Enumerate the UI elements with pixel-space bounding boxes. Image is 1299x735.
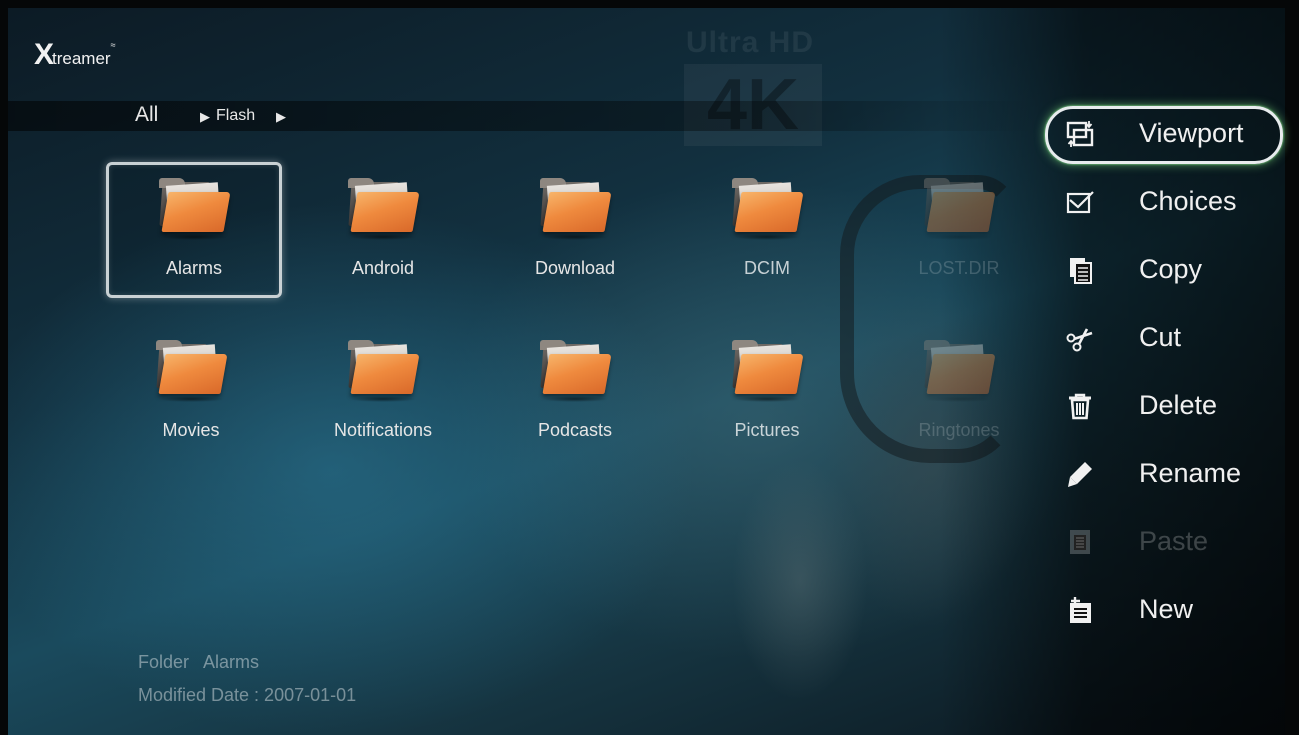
scissors-icon: [1065, 323, 1095, 353]
copy-icon: [1065, 255, 1095, 285]
folder-tile[interactable]: Download: [490, 162, 660, 292]
trash-icon: [1065, 391, 1095, 421]
folder-icon: [540, 178, 612, 240]
folder-icon: [348, 340, 420, 402]
screen-border-left: [0, 0, 8, 735]
folder-icon: [540, 340, 612, 402]
paste-icon: [1065, 527, 1095, 557]
wireless-icon: ≈: [110, 40, 116, 50]
pencil-icon: [1065, 459, 1095, 489]
menu-item-label: Paste: [1139, 526, 1209, 556]
folder-tile[interactable]: Podcasts: [490, 324, 660, 454]
breadcrumb-root[interactable]: All: [135, 103, 158, 127]
menu-item-label: New: [1139, 594, 1194, 624]
folder-tile[interactable]: DCIM: [682, 162, 852, 292]
xtreamer-logo: Xtreamer≈: [34, 38, 116, 72]
menu-item-label: Copy: [1139, 254, 1203, 284]
folder-tile[interactable]: LOST.DIR: [874, 162, 1044, 292]
menu-item-new[interactable]: New: [1045, 582, 1281, 636]
file-browser-screen: Ultra HD 4K Xtreamer≈ All ▶ Flash ▶ Alar…: [0, 0, 1299, 735]
viewport-icon: [1065, 119, 1095, 149]
folder-icon: [732, 340, 804, 402]
menu-item-label: Delete: [1139, 390, 1218, 420]
folder-label: Ringtones: [918, 420, 1000, 440]
folder-tile[interactable]: Pictures: [682, 324, 852, 454]
menu-item-label: Viewport: [1139, 118, 1244, 148]
folder-icon: [924, 340, 996, 402]
modified-date: Modified Date : 2007-01-01: [138, 685, 357, 705]
screen-border-right: [1285, 0, 1299, 735]
folder-icon: [348, 178, 420, 240]
menu-item-rename[interactable]: Rename: [1045, 446, 1281, 500]
folder-label: LOST.DIR: [918, 258, 1000, 278]
breadcrumb-current[interactable]: Flash: [216, 107, 255, 125]
breadcrumb-arrow-icon: ▶: [276, 109, 286, 124]
menu-item-copy[interactable]: Copy: [1045, 242, 1281, 296]
folder-label: Pictures: [734, 420, 800, 440]
menu-item-label: Cut: [1139, 322, 1182, 352]
checkbox-icon: [1065, 187, 1095, 217]
folder-icon: [156, 340, 228, 402]
menu-item-viewport[interactable]: Viewport: [1045, 106, 1283, 164]
folder-label: Movies: [162, 420, 220, 440]
menu-item-label: Rename: [1139, 458, 1242, 488]
folder-icon: [159, 178, 231, 240]
folder-icon: [732, 178, 804, 240]
new-document-icon: [1065, 595, 1095, 625]
screen-border-top: [0, 0, 1299, 8]
menu-item-delete[interactable]: Delete: [1045, 378, 1281, 432]
logo-text: treamer: [52, 49, 111, 68]
folder-label: Podcasts: [537, 420, 613, 440]
breadcrumb-arrow-icon: ▶: [200, 109, 210, 124]
menu-item-cut[interactable]: Cut: [1045, 310, 1281, 364]
breadcrumb: [8, 101, 1038, 131]
folder-tile[interactable]: Notifications: [298, 324, 468, 454]
folder-tile[interactable]: Android: [298, 162, 468, 292]
logo-x: X: [34, 38, 54, 71]
folder-icon: [924, 178, 996, 240]
folder-tile[interactable]: Movies: [106, 324, 276, 454]
folder-label: Android: [351, 258, 415, 278]
folder-tile[interactable]: Ringtones: [874, 324, 1044, 454]
folder-tile[interactable]: Alarms: [106, 162, 282, 298]
menu-item-choices[interactable]: Choices: [1045, 174, 1281, 228]
menu-item-paste[interactable]: Paste: [1045, 514, 1281, 568]
menu-item-label: Choices: [1139, 186, 1237, 216]
folder-label: DCIM: [744, 258, 790, 278]
selected-folder-info: Folder Alarms: [138, 652, 260, 672]
folder-label: Alarms: [165, 258, 222, 278]
folder-label: Notifications: [333, 420, 433, 440]
folder-label: Download: [534, 258, 616, 278]
badge-ultra-hd: Ultra HD: [686, 26, 815, 59]
